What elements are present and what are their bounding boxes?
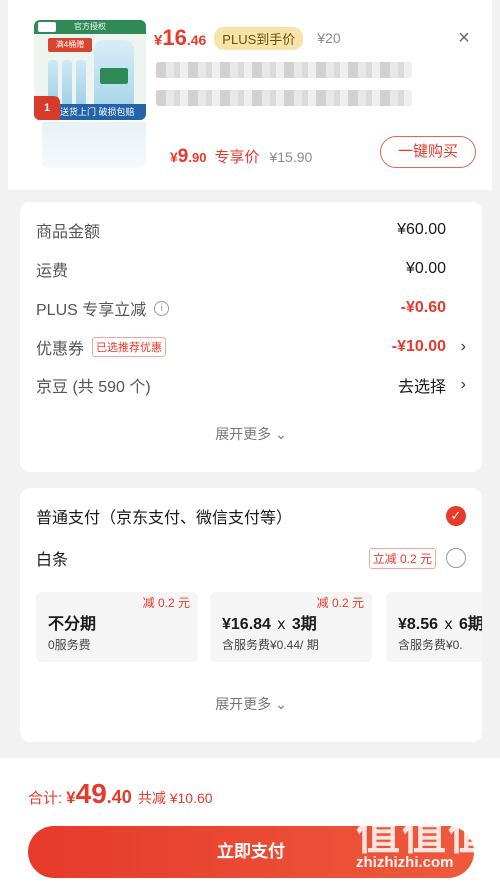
order-summary-card: 商品金额 ¥60.00 运费 ¥0.00 PLUS 专享立减 i -¥0.60 … [20,202,482,472]
installment-plans: 减 0.2 元 不分期 0服务费 减 0.2 元 ¥16.84 x 3期 含服务… [36,592,482,664]
exclusive-price-tag: 专享价 [214,149,260,166]
pay-option-baitiao[interactable]: 白条 立减 0.2 元 [36,544,466,572]
total-row: 合计: ¥49.40 共减 ¥10.60 [28,778,213,809]
product-image[interactable]: 官方授权 满4桶赠 送货上门 破损包赔 1 [34,20,146,120]
blurred-title-line [156,62,412,78]
secondary-product-image[interactable] [42,122,146,168]
product-price: ¥16.46 [154,25,207,50]
sku-price-row: ¥9.90 专享价 ¥15.90 [170,146,312,168]
summary-row-goods: 商品金额 ¥60.00 [36,221,446,241]
sku-original-price: ¥15.90 [269,149,313,165]
product-price-row: ¥16.46 PLUS到手价 ¥20 [154,24,341,52]
summary-row-coupon[interactable]: 优惠券 已选推荐优惠 -¥10.00 › [36,335,466,359]
info-icon[interactable]: i [154,300,170,316]
bottle-icon [62,60,72,106]
payment-expand-more[interactable]: 展开更多 ⌄ [20,694,482,714]
coupon-recommend-tag: 已选推荐优惠 [92,337,167,357]
order-sheet: 官方授权 满4桶赠 送货上门 破损包赔 1 ¥16.46 PLUS到手价 ¥20… [8,0,492,884]
installment-plan-3[interactable]: 减 0.2 元 ¥16.84 x 3期 含服务费¥0.44/ 期 [210,592,372,662]
brand-logo-icon [38,22,56,32]
bottle-icon [76,60,86,106]
one-click-buy-button[interactable]: 一键购买 [380,136,476,168]
water-jug-icon [94,40,134,110]
blurred-title-line [156,90,412,106]
installment-plan-none[interactable]: 减 0.2 元 不分期 0服务费 [36,592,198,662]
pay-option-normal[interactable]: 普通支付（京东支付、微信支付等） ✓ [36,502,466,530]
sku-price: ¥9.90 [170,146,207,167]
checkout-footer: 合计: ¥49.40 共减 ¥10.60 立即支付 [0,758,500,884]
close-icon[interactable]: × [454,28,474,48]
pay-now-button[interactable]: 立即支付 [28,826,474,878]
image-top-tag: 官方授权 [34,20,146,34]
summary-row-plus-discount: PLUS 专享立减 i -¥0.60 [36,299,446,319]
image-promo-strip: 满4桶赠 [48,38,92,52]
product-header: 官方授权 满4桶赠 送货上门 破损包赔 1 ¥16.46 PLUS到手价 ¥20… [8,0,492,190]
radio-icon[interactable] [446,548,466,568]
chevron-right-icon: › [460,338,466,355]
summary-expand-more[interactable]: 展开更多 ⌄ [20,424,482,444]
installment-plan-6[interactable]: ¥8.56 x 6期 含服务费¥0. [386,592,482,662]
total-price: ¥49.40 [66,778,132,809]
check-icon[interactable]: ✓ [446,506,466,526]
plus-price-tag: PLUS到手价 [214,26,304,50]
original-price: ¥20 [317,30,341,46]
summary-row-jingdou[interactable]: 京豆 (共 590 个) 去选择 › [36,373,466,397]
baitiao-discount-tag: 立减 0.2 元 [368,547,436,569]
image-corner-badge: 1 [34,96,60,120]
payment-method-card: 普通支付（京东支付、微信支付等） ✓ 白条 立减 0.2 元 减 0.2 元 不… [20,488,482,742]
summary-row-shipping: 运费 ¥0.00 [36,260,446,280]
total-savings: 共减 ¥10.60 [137,790,213,806]
chevron-right-icon: › [460,376,466,393]
